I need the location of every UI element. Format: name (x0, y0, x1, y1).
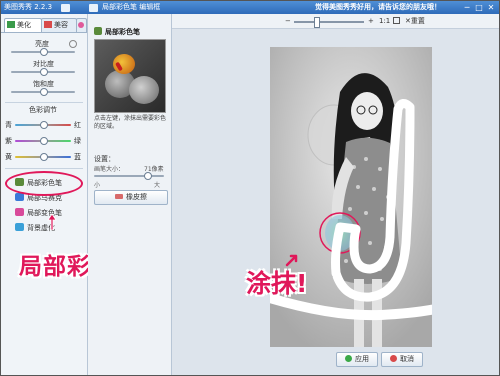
yellow-label: 黄 (5, 153, 12, 161)
green-label: 绿 (74, 137, 81, 145)
red-label: 红 (74, 121, 81, 129)
title-bar: 美图秀秀 2.2.3 局部彩色笔 编辑框 觉得美图秀秀好用，请告诉您的朋友哦！ … (1, 1, 499, 14)
promo-text[interactable]: 觉得美图秀秀好用，请告诉您的朋友哦！ (315, 2, 441, 13)
panel-icon (89, 4, 98, 12)
beautify-icon (7, 21, 15, 28)
cyan-red-knob[interactable] (40, 121, 48, 129)
brush-size-knob[interactable] (143, 172, 152, 180)
divider (5, 168, 83, 169)
reset-button[interactable]: ✕重置 (405, 16, 425, 26)
eraser-label: 橡皮擦 (126, 193, 147, 201)
edited-photo[interactable] (270, 47, 432, 347)
annotation-smear: 涂抹! (246, 269, 308, 298)
close-button[interactable]: ✕ (485, 3, 497, 12)
contrast-knob[interactable] (40, 68, 48, 76)
tab-beautify[interactable]: 美化 (4, 18, 42, 32)
arrow-icon (285, 254, 298, 267)
cyan-label: 青 (5, 121, 12, 129)
apple-shape (129, 76, 159, 104)
saturation-knob[interactable] (40, 88, 48, 96)
eraser-icon (115, 194, 123, 199)
brightness-knob[interactable] (40, 48, 48, 56)
photo-canvas (270, 47, 432, 347)
big-label: 大 (154, 182, 161, 189)
mosaic-icon (15, 193, 24, 201)
reset-icon[interactable] (69, 40, 77, 48)
cancel-label: 取消 (400, 355, 414, 363)
app-window: 美图秀秀 2.2.3 局部彩色笔 编辑框 觉得美图秀秀好用，请告诉您的朋友哦！ … (0, 0, 500, 376)
canvas-area: − + 1:1 ✕重置 应用 取消 (172, 14, 499, 375)
eraser-button[interactable]: 橡皮擦 (94, 190, 168, 205)
tab-beautify-label: 美化 (17, 21, 31, 29)
zoom-in-button[interactable]: + (368, 16, 374, 26)
cancel-button[interactable]: 取消 (381, 352, 423, 367)
fit-screen-icon[interactable] (393, 17, 400, 24)
yellow-blue-knob[interactable] (40, 153, 48, 161)
check-icon (345, 355, 352, 362)
menu-icon[interactable] (61, 4, 70, 12)
minimize-button[interactable]: ─ (461, 3, 473, 12)
tab-more[interactable] (76, 18, 87, 32)
panel-window-title: 局部彩色笔 编辑框 (102, 3, 161, 11)
purple-label: 紫 (5, 137, 12, 145)
blue-label: 蓝 (74, 153, 81, 161)
heart-icon (78, 22, 84, 28)
action-bar: 应用 取消 (172, 347, 499, 375)
purple-green-knob[interactable] (40, 137, 48, 145)
panel-description: 点击左键，涂抹出需要彩色的区域。 (94, 115, 167, 130)
apply-label: 应用 (355, 355, 369, 363)
tool-panel: 局部彩色笔 点击左键，涂抹出需要彩色的区域。 设置： 画笔大小： 71像素 小 … (88, 14, 172, 375)
panel-title: 局部彩色笔 (94, 27, 140, 37)
blur-bg-icon (15, 223, 24, 231)
tab-makeup[interactable]: 美容 (41, 18, 77, 32)
zoom-knob[interactable] (313, 17, 320, 28)
canvas-toolbar: − + 1:1 ✕重置 (172, 14, 499, 29)
tab-divider (1, 32, 87, 33)
panel-title-text: 局部彩色笔 (105, 28, 140, 36)
apply-button[interactable]: 应用 (336, 352, 378, 367)
zoom-out-button[interactable]: − (285, 16, 291, 26)
annotation-ellipse (5, 171, 83, 196)
ratio-button[interactable]: 1:1 (379, 16, 390, 26)
maximize-button[interactable]: □ (473, 3, 485, 12)
cancel-icon (390, 355, 397, 362)
arrow-up-icon (47, 213, 57, 231)
brush-size-label: 画笔大小： (94, 166, 125, 173)
color-adjust-title: 色彩调节 (29, 106, 57, 114)
makeup-icon (44, 21, 52, 28)
recolor-pen-icon (15, 208, 24, 216)
color-pen-icon (94, 27, 102, 35)
settings-label: 设置： (94, 155, 115, 163)
zoom-slider[interactable] (294, 21, 364, 23)
brush-size-slider[interactable] (94, 175, 164, 177)
example-thumbnail (94, 39, 166, 113)
divider (5, 102, 83, 103)
small-label: 小 (94, 182, 101, 189)
tab-makeup-label: 美容 (54, 21, 68, 29)
reset-label: 重置 (410, 17, 425, 25)
app-title: 美图秀秀 2.2.3 (4, 3, 53, 11)
